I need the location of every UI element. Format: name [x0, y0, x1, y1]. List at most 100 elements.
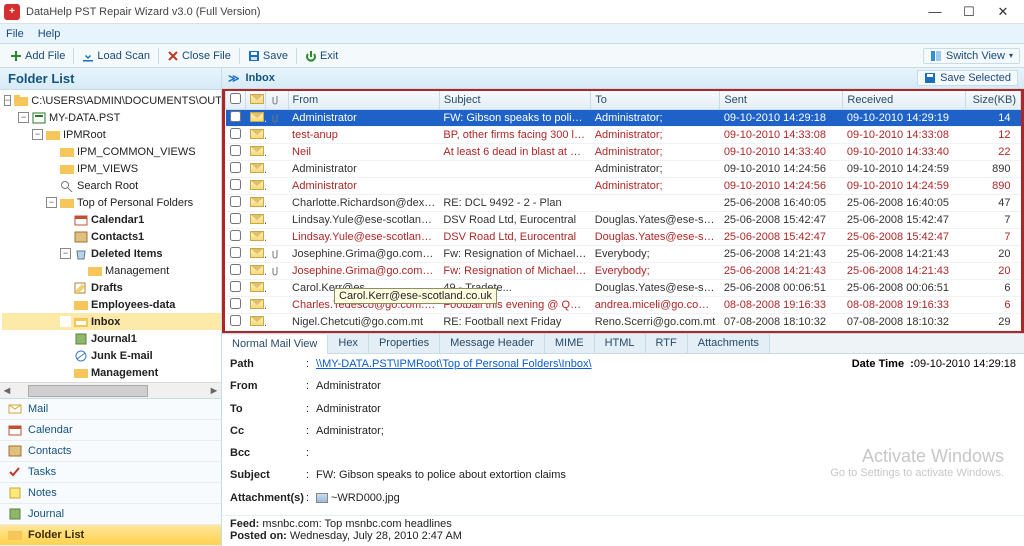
col-checkbox[interactable]: [226, 91, 246, 110]
tree-item[interactable]: IPM_COMMON_VIEWS: [77, 146, 196, 158]
tree-inbox[interactable]: Inbox: [2, 313, 221, 330]
nav-folder-list[interactable]: Folder List: [0, 525, 221, 546]
mail-row[interactable]: Josephine.Grima@go.com.mtFw: Resignation…: [226, 246, 1021, 263]
add-file-button[interactable]: Add File: [4, 48, 71, 64]
save-button[interactable]: Save: [242, 48, 294, 64]
load-scan-button[interactable]: Load Scan: [76, 48, 156, 64]
nav-mail[interactable]: Mail: [0, 399, 221, 420]
chevron-icon[interactable]: ≫: [228, 72, 240, 85]
row-checkbox[interactable]: [230, 128, 241, 139]
tree-hscrollbar[interactable]: ◄►: [0, 382, 221, 398]
folder-tree[interactable]: −C:\USERS\ADMIN\DOCUMENTS\OUTLOOK FILES …: [0, 90, 221, 382]
tree-item[interactable]: Search Root: [77, 180, 138, 192]
tree-journal[interactable]: Journal1: [91, 333, 137, 345]
row-checkbox[interactable]: [230, 247, 241, 258]
col-icon[interactable]: [246, 91, 266, 110]
tree-toggle[interactable]: −: [18, 112, 29, 123]
tab-mime[interactable]: MIME: [545, 334, 595, 353]
row-checkbox[interactable]: [230, 298, 241, 309]
cell-sent: 25-06-2008 15:42:47: [720, 229, 843, 246]
col-attach[interactable]: [266, 91, 288, 110]
tab-rtf[interactable]: RTF: [646, 334, 688, 353]
cell-subject: [439, 178, 590, 195]
tab-message-header[interactable]: Message Header: [440, 334, 545, 353]
row-checkbox[interactable]: [230, 230, 241, 241]
row-checkbox[interactable]: [230, 111, 241, 122]
tab-properties[interactable]: Properties: [369, 334, 440, 353]
col-to[interactable]: To: [591, 91, 720, 110]
tree-toggle[interactable]: −: [4, 95, 11, 106]
col-sent[interactable]: Sent: [720, 91, 843, 110]
tree-junk[interactable]: Junk E-mail: [91, 350, 153, 362]
col-from[interactable]: From: [288, 91, 439, 110]
mail-row[interactable]: Lindsay.Yule@ese-scotland.c...DSV Road L…: [226, 229, 1021, 246]
tree-drafts[interactable]: Drafts: [91, 282, 123, 294]
row-checkbox[interactable]: [230, 281, 241, 292]
tree-root[interactable]: C:\USERS\ADMIN\DOCUMENTS\OUTLOOK FILES: [31, 95, 221, 107]
tree-toggle[interactable]: −: [32, 129, 43, 140]
cell-sent: 07-08-2008 18:10:32: [720, 314, 843, 331]
exit-button[interactable]: Exit: [299, 48, 344, 64]
mail-row[interactable]: Josephine.Grima@go.com.mtFw: Resignation…: [226, 263, 1021, 280]
journal-icon: [74, 333, 88, 345]
tree-contacts[interactable]: Contacts1: [91, 231, 144, 243]
titlebar: + DataHelp PST Repair Wizard v3.0 (Full …: [0, 0, 1024, 24]
tree-item[interactable]: Employees-data: [91, 299, 175, 311]
col-size[interactable]: Size(KB): [966, 91, 1021, 110]
mail-row[interactable]: test-anupBP, other firms facing 300 la..…: [226, 127, 1021, 144]
row-checkbox[interactable]: [230, 315, 241, 326]
cell-from: Neil: [288, 144, 439, 161]
switch-view-button[interactable]: Switch View▾: [923, 48, 1020, 64]
cell-to: Reno.Scerri@go.com.mt: [591, 314, 720, 331]
minimize-button[interactable]: —: [924, 4, 946, 20]
mail-row[interactable]: AdministratorAdministrator;09-10-2010 14…: [226, 178, 1021, 195]
mail-row[interactable]: Nigel.Chetcuti@go.com.mtRE: Football nex…: [226, 314, 1021, 331]
cell-from: Josephine.Grima@go.com.mt: [288, 263, 439, 280]
tree-pst[interactable]: MY-DATA.PST: [49, 112, 120, 124]
cell-sent: 09-10-2010 14:24:56: [720, 161, 843, 178]
tree-item[interactable]: Management: [105, 265, 169, 277]
tree-top[interactable]: Top of Personal Folders: [77, 197, 193, 209]
tree-item[interactable]: Management: [91, 367, 158, 379]
col-subject[interactable]: Subject: [439, 91, 590, 110]
nav-journal[interactable]: Journal: [0, 504, 221, 525]
row-checkbox[interactable]: [230, 213, 241, 224]
tab-hex[interactable]: Hex: [328, 334, 369, 353]
tree-item[interactable]: IPM_VIEWS: [77, 163, 138, 175]
maximize-button[interactable]: ☐: [958, 4, 980, 20]
mail-icon: [250, 197, 264, 207]
row-checkbox[interactable]: [230, 179, 241, 190]
tab-normal[interactable]: Normal Mail View: [222, 335, 328, 354]
row-checkbox[interactable]: [230, 196, 241, 207]
row-checkbox[interactable]: [230, 264, 241, 275]
tree-toggle[interactable]: −: [46, 197, 57, 208]
tree-calendar[interactable]: Calendar1: [91, 214, 144, 226]
mail-row[interactable]: Charlotte.Richardson@dexio...RE: DCL 949…: [226, 195, 1021, 212]
cell-sent: 25-06-2008 14:21:43: [720, 263, 843, 280]
menu-help[interactable]: Help: [38, 28, 61, 40]
nav-contacts[interactable]: Contacts: [0, 441, 221, 462]
cell-subject: Fw: Resignation of Michael ...: [439, 246, 590, 263]
row-checkbox[interactable]: [230, 145, 241, 156]
mail-row[interactable]: NeilAt least 6 dead in blast at Ch...Adm…: [226, 144, 1021, 161]
close-file-button[interactable]: Close File: [161, 48, 237, 64]
nav-notes[interactable]: Notes: [0, 483, 221, 504]
tree-ipmroot[interactable]: IPMRoot: [63, 129, 106, 141]
tree-deleted[interactable]: Deleted Items: [91, 248, 163, 260]
row-checkbox[interactable]: [230, 162, 241, 173]
tree-toggle[interactable]: −: [60, 248, 71, 259]
col-received[interactable]: Received: [843, 91, 966, 110]
path-value[interactable]: \\MY-DATA.PST\IPMRoot\Top of Personal Fo…: [316, 358, 824, 370]
tab-html[interactable]: HTML: [595, 334, 646, 353]
cell-size: 47: [966, 195, 1021, 212]
close-window-button[interactable]: ✕: [992, 4, 1014, 20]
mail-row[interactable]: AdministratorAdministrator;09-10-2010 14…: [226, 161, 1021, 178]
nav-calendar[interactable]: Calendar: [0, 420, 221, 441]
tab-attachments[interactable]: Attachments: [688, 334, 770, 353]
save-selected-button[interactable]: Save Selected: [917, 70, 1018, 86]
cell-to: Administrator;: [591, 110, 720, 127]
nav-tasks[interactable]: Tasks: [0, 462, 221, 483]
mail-row[interactable]: Lindsay.Yule@ese-scotland.c...DSV Road L…: [226, 212, 1021, 229]
menu-file[interactable]: File: [6, 28, 24, 40]
mail-row[interactable]: AdministratorFW: Gibson speaks to police…: [226, 110, 1021, 127]
